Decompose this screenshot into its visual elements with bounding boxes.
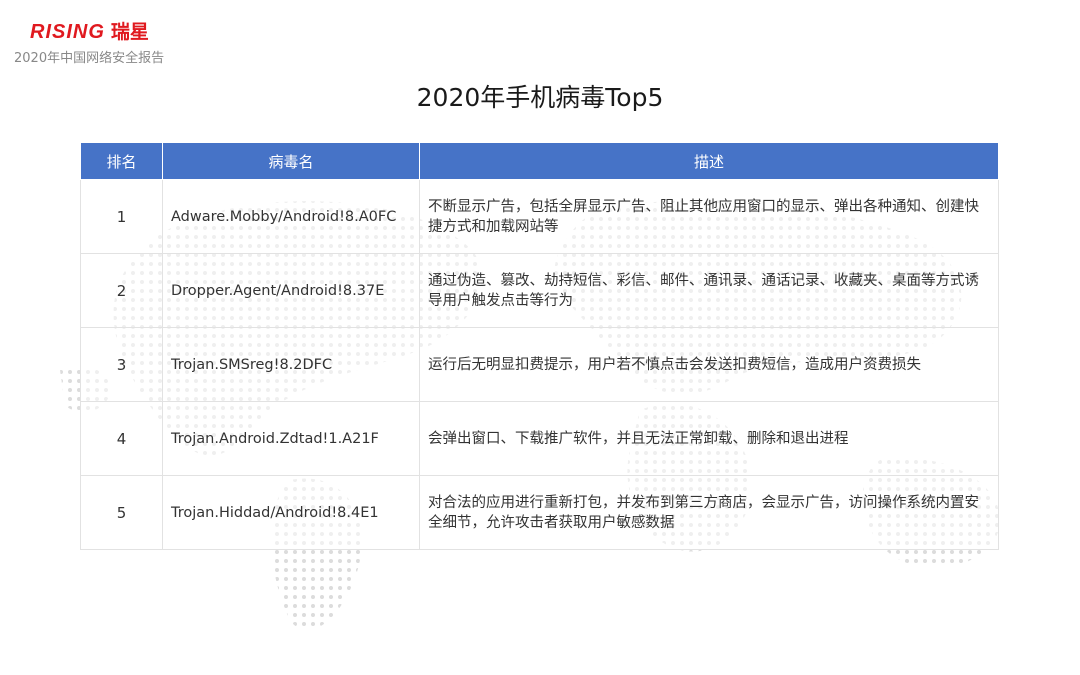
virus-top5-table: 排名 病毒名 描述 1 Adware.Mobby/Android!8.A0FC … [80, 142, 999, 550]
report-subtitle: 2020年中国网络安全报告 [14, 51, 165, 66]
header-rank: 排名 [80, 142, 163, 180]
description-cell: 通过伪造、篡改、劫持短信、彩信、邮件、通讯录、通话记录、收藏夹、桌面等方式诱导用… [419, 253, 999, 328]
rank-cell: 1 [80, 179, 163, 254]
rank-cell: 5 [80, 475, 163, 550]
virus-name-cell: Trojan.Hiddad/Android!8.4E1 [162, 475, 420, 550]
logo-wordmark-cn: 瑞星 [110, 21, 149, 43]
description-cell: 会弹出窗口、下载推广软件，并且无法正常卸载、删除和退出进程 [419, 401, 999, 476]
virus-name-cell: Dropper.Agent/Android!8.37E [162, 253, 420, 328]
table-row: 1 Adware.Mobby/Android!8.A0FC 不断显示广告，包括全… [80, 179, 999, 254]
rank-cell: 2 [80, 253, 163, 328]
table-row: 2 Dropper.Agent/Android!8.37E 通过伪造、篡改、劫持… [80, 253, 999, 328]
description-cell: 不断显示广告，包括全屏显示广告、阻止其他应用窗口的显示、弹出各种通知、创建快捷方… [419, 179, 999, 254]
virus-name-cell: Trojan.SMSreg!8.2DFC [162, 327, 420, 402]
table-row: 3 Trojan.SMSreg!8.2DFC 运行后无明显扣费提示，用户若不慎点… [80, 327, 999, 402]
table-row: 5 Trojan.Hiddad/Android!8.4E1 对合法的应用进行重新… [80, 475, 999, 550]
virus-name-cell: Trojan.Android.Zdtad!1.A21F [162, 401, 420, 476]
description-cell: 对合法的应用进行重新打包，并发布到第三方商店，会显示广告，访问操作系统内置安全细… [419, 475, 999, 550]
rising-logo: RISING 瑞星 [30, 22, 149, 42]
description-cell: 运行后无明显扣费提示，用户若不慎点击会发送扣费短信，造成用户资费损失 [419, 327, 999, 402]
header-virus-name: 病毒名 [162, 142, 420, 180]
page-title: 2020年手机病毒Top5 [416, 83, 664, 112]
table-header-row: 排名 病毒名 描述 [80, 142, 999, 180]
header-description: 描述 [419, 142, 999, 180]
rank-cell: 4 [80, 401, 163, 476]
rank-cell: 3 [80, 327, 163, 402]
logo-wordmark-en: RISING [30, 21, 105, 43]
table-row: 4 Trojan.Android.Zdtad!1.A21F 会弹出窗口、下载推广… [80, 401, 999, 476]
virus-name-cell: Adware.Mobby/Android!8.A0FC [162, 179, 420, 254]
